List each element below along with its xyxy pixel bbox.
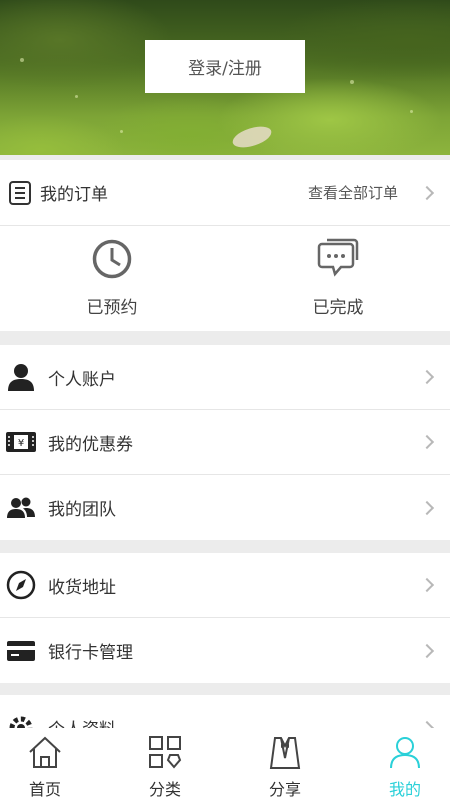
chat-bubble-icon: [317, 238, 359, 277]
my-orders-label: 我的订单: [40, 185, 108, 205]
share-tuxedo-icon: [269, 737, 301, 769]
bottom-tab-bar: 首页 分类 分享 我的: [0, 728, 450, 800]
menu-item-bank-card[interactable]: 银行卡管理: [0, 618, 450, 683]
order-status-row: 已预约 已完成: [0, 226, 450, 331]
banner-speck: [350, 80, 354, 84]
status-reserved[interactable]: 已预约: [52, 226, 172, 331]
svg-text:¥: ¥: [18, 438, 24, 449]
tab-label: 分类: [148, 780, 181, 799]
home-icon: [29, 736, 61, 768]
address-menu-section: 收货地址 银行卡管理: [0, 553, 450, 683]
profile-header-banner: 登录/注册: [0, 0, 450, 155]
chevron-right-icon: [419, 185, 435, 200]
tab-mine[interactable]: 我的: [345, 728, 450, 800]
login-register-button[interactable]: 登录/注册: [145, 40, 305, 93]
menu-item-label: 银行卡管理: [48, 643, 133, 663]
tab-share[interactable]: 分享: [225, 728, 345, 800]
profile-page: 登录/注册 我的订单 查看全部订单 已预约 已完成 个人账户 ¥ 我的优惠券 我…: [0, 0, 450, 800]
bank-card-icon: [5, 635, 37, 667]
menu-item-label: 我的优惠券: [48, 434, 133, 455]
clipboard-icon: [4, 177, 36, 209]
status-completed[interactable]: 已完成: [278, 226, 398, 331]
status-reserved-label: 已预约: [86, 298, 138, 318]
view-all-orders-link[interactable]: 查看全部订单: [308, 182, 398, 203]
chevron-right-icon: [419, 434, 435, 450]
my-orders-row[interactable]: 我的订单 查看全部订单: [0, 160, 450, 226]
banner-speck: [410, 110, 413, 113]
banner-speck: [20, 58, 24, 62]
team-icon: [5, 492, 37, 524]
chevron-right-icon: [419, 500, 435, 515]
user-icon: [390, 737, 420, 769]
compass-icon: [5, 569, 37, 601]
banner-speck: [75, 95, 78, 98]
tab-label: 首页: [28, 780, 61, 799]
person-icon: [5, 361, 37, 393]
menu-item-label: 我的团队: [48, 500, 116, 520]
tab-category[interactable]: 分类: [105, 728, 225, 800]
tab-label: 我的: [388, 780, 421, 799]
chevron-right-icon: [419, 643, 435, 658]
orders-section: 我的订单 查看全部订单 已预约 已完成: [0, 160, 450, 331]
grid-icon: [149, 736, 182, 769]
menu-item-shipping-address[interactable]: 收货地址: [0, 553, 450, 618]
tab-home[interactable]: 首页: [0, 728, 105, 800]
menu-item-coupons[interactable]: ¥ 我的优惠券: [0, 410, 450, 475]
tab-label: 分享: [268, 780, 301, 799]
banner-speck: [120, 130, 123, 133]
account-menu-section: 个人账户 ¥ 我的优惠券 我的团队: [0, 345, 450, 540]
menu-item-label: 收货地址: [48, 577, 116, 598]
menu-item-my-team[interactable]: 我的团队: [0, 475, 450, 540]
menu-item-personal-account[interactable]: 个人账户: [0, 345, 450, 410]
chevron-right-icon: [419, 369, 435, 385]
banner-leaf: [230, 124, 274, 150]
status-completed-label: 已完成: [312, 298, 364, 318]
clock-icon: [92, 239, 132, 279]
menu-item-label: 个人账户: [48, 369, 116, 390]
coupon-icon: ¥: [5, 426, 37, 458]
chevron-right-icon: [419, 577, 435, 593]
